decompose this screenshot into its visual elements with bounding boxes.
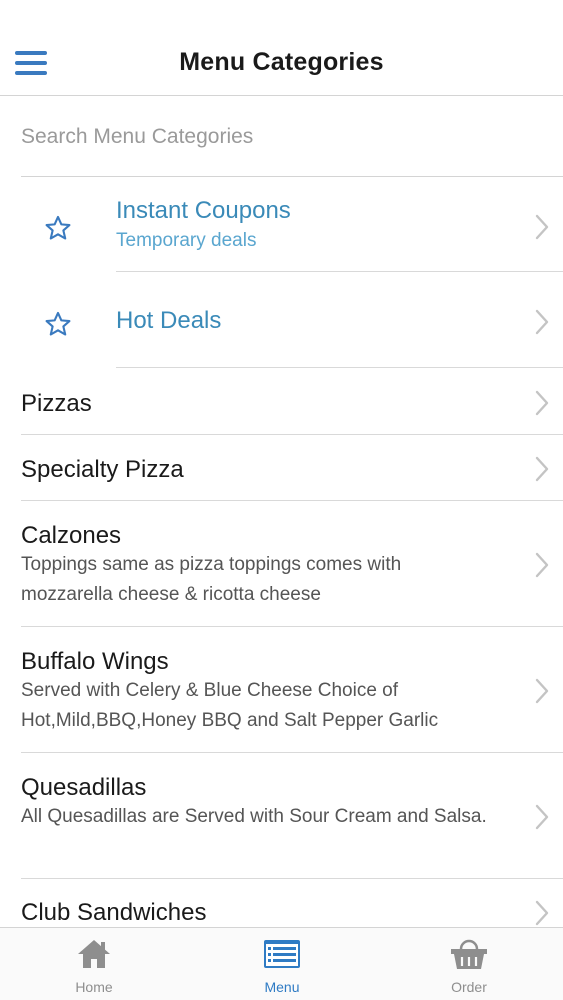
category-title: Buffalo Wings (21, 648, 169, 675)
category-title: Specialty Pizza (21, 456, 184, 483)
home-icon (78, 940, 110, 968)
nav-header: Menu Categories (0, 0, 563, 96)
basket-icon (451, 939, 487, 969)
tab-label: Menu (264, 979, 300, 995)
category-item-buffalo-wings[interactable]: Buffalo Wings Served with Celery & Blue … (0, 627, 563, 753)
category-description: All Quesadillas are Served with Sour Cre… (21, 806, 487, 827)
search-bar (0, 97, 563, 176)
chevron-right-icon (535, 309, 549, 335)
chevron-right-icon (535, 678, 549, 704)
tab-menu[interactable]: Menu (188, 928, 376, 1000)
tab-order[interactable]: Order (375, 928, 563, 1000)
chevron-right-icon (535, 390, 549, 416)
star-icon (45, 311, 71, 336)
tab-label: Home (75, 979, 113, 995)
chevron-right-icon (535, 804, 549, 830)
star-icon (45, 215, 71, 240)
category-title: Club Sandwiches (21, 899, 207, 926)
category-item-club-sandwiches[interactable]: Club Sandwiches (0, 879, 563, 927)
chevron-right-icon (535, 456, 549, 482)
featured-item-instant-coupons[interactable]: Instant Coupons Temporary deals (0, 177, 563, 272)
featured-item-title: Instant Coupons (116, 197, 291, 224)
category-title: Calzones (21, 522, 122, 549)
category-item-quesadillas[interactable]: Quesadillas All Quesadillas are Served w… (0, 753, 563, 879)
menu-list-icon (264, 940, 300, 968)
tab-home[interactable]: Home (0, 928, 188, 1000)
chevron-right-icon (535, 552, 549, 578)
category-title: Quesadillas (21, 774, 147, 801)
featured-item-hot-deals[interactable]: Hot Deals (0, 272, 563, 368)
category-item-calzones[interactable]: Calzones Toppings same as pizza toppings… (0, 501, 563, 627)
tab-label: Order (451, 979, 487, 995)
category-description: Served with Celery & Blue Cheese Choice … (21, 680, 439, 731)
category-item-specialty-pizza[interactable]: Specialty Pizza (0, 435, 563, 501)
category-item-pizzas[interactable]: Pizzas (0, 368, 563, 435)
featured-item-subtitle: Temporary deals (116, 230, 257, 251)
category-title: Pizzas (21, 390, 92, 417)
search-input[interactable] (0, 97, 563, 176)
category-description: Toppings same as pizza toppings comes wi… (21, 554, 402, 605)
featured-item-title: Hot Deals (116, 307, 222, 334)
tab-bar: Home Menu Order (0, 927, 563, 1000)
chevron-right-icon (535, 214, 549, 240)
chevron-right-icon (535, 900, 549, 926)
page-title: Menu Categories (179, 48, 384, 76)
